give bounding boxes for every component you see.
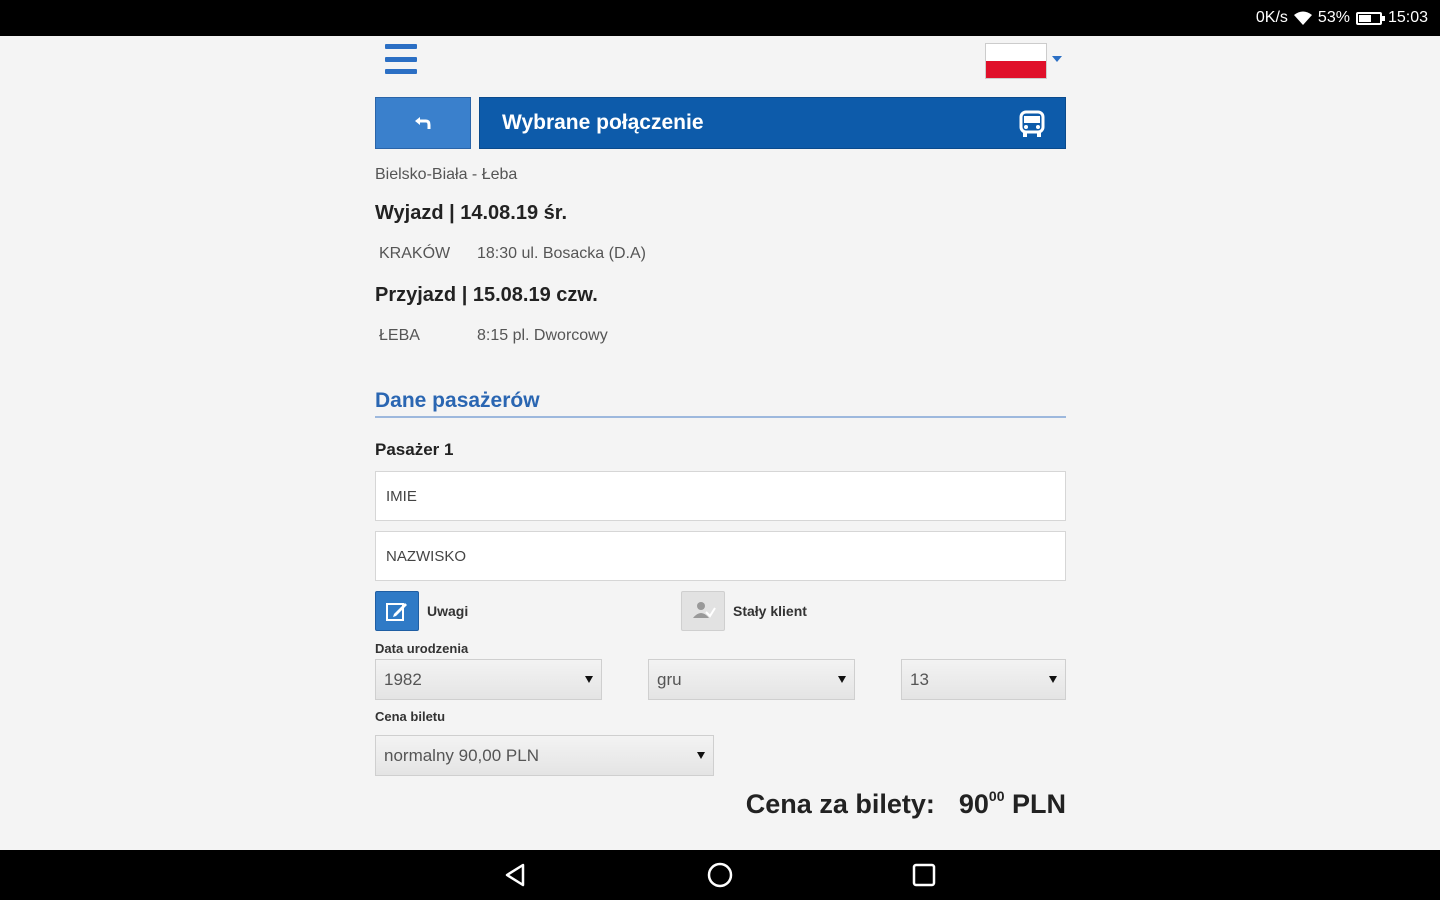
page-title: Wybrane połączenie [502,111,704,134]
route-text: Bielsko-Biała - Łeba [375,166,518,183]
dropdown-caret-icon [697,752,705,759]
arrival-city: ŁEBA [379,327,420,344]
arrival-heading: Przyjazd | 15.08.19 czw. [375,284,598,306]
nav-recents-icon[interactable] [907,858,941,892]
poland-flag-icon[interactable] [985,43,1047,79]
passenger-label: Pasażer 1 [375,440,454,459]
total-amount-main: 90 [958,789,989,819]
total-amount: 9000 PLN [959,788,1066,820]
birth-year-select[interactable]: 1982 [375,659,602,700]
nav-back-icon[interactable] [499,858,533,892]
edit-icon[interactable] [375,591,419,631]
system-nav-bar [0,850,1440,900]
birth-month-select[interactable]: gru [648,659,855,700]
wifi-icon [1293,11,1312,25]
network-speed: 0K/s [1255,9,1288,26]
notes-option[interactable]: Uwagi [375,591,468,631]
page-title-bar: Wybrane połączenie [479,97,1066,149]
birth-month-value: gru [657,669,682,689]
total-price: Cena za bilety: 9000 PLN [746,788,1066,820]
total-label: Cena za bilety: [745,789,935,819]
departure-row: KRAKÓW 18:30 ul. Bosacka (D.A) [379,245,646,263]
departure-detail: 18:30 ul. Bosacka (D.A) [477,245,646,262]
departure-heading: Wyjazd | 14.08.19 śr. [375,202,568,224]
bus-icon [1019,110,1045,144]
regular-client-icon[interactable] [681,591,725,631]
dropdown-caret-icon [1049,676,1057,683]
nav-home-icon[interactable] [703,858,737,892]
menu-icon[interactable] [385,44,417,74]
departure-city: KRAKÓW [379,245,451,262]
battery-icon [1355,11,1385,25]
birth-year-value: 1982 [384,669,422,689]
dropdown-caret-icon [585,676,593,683]
first-name-field[interactable]: IMIE [375,471,1066,521]
back-arrow-icon [415,117,431,129]
birth-day-select[interactable]: 13 [901,659,1066,700]
clock: 15:03 [1387,9,1428,26]
status-bar: 0K/s 53% 15:03 [0,0,1440,36]
battery-percent: 53% [1317,9,1350,26]
last-name-field[interactable]: NAZWISKO [375,531,1066,581]
birth-day-value: 13 [910,669,929,689]
arrival-detail: 8:15 pl. Dworcowy [477,327,608,344]
ticket-type-value: normalny 90,00 PLN [384,745,539,765]
notes-label: Uwagi [427,603,469,619]
arrival-row: ŁEBA 8:15 pl. Dworcowy [379,327,608,345]
total-currency: PLN [1012,789,1066,819]
total-amount-cents: 00 [988,788,1005,804]
chevron-down-icon[interactable] [1052,56,1062,62]
main-content: Wybrane połączenie Bielsko-Biała - Łeba … [375,36,1066,850]
regular-client-option[interactable]: Stały klient [681,591,807,631]
dropdown-caret-icon [838,676,846,683]
birth-date-label: Data urodzenia [375,641,469,656]
back-button[interactable] [375,97,471,149]
ticket-price-label: Cena biletu [375,709,446,724]
ticket-type-select[interactable]: normalny 90,00 PLN [375,735,714,776]
regular-client-label: Stały klient [733,603,807,619]
passengers-section-title: Dane pasażerów [375,389,1066,418]
